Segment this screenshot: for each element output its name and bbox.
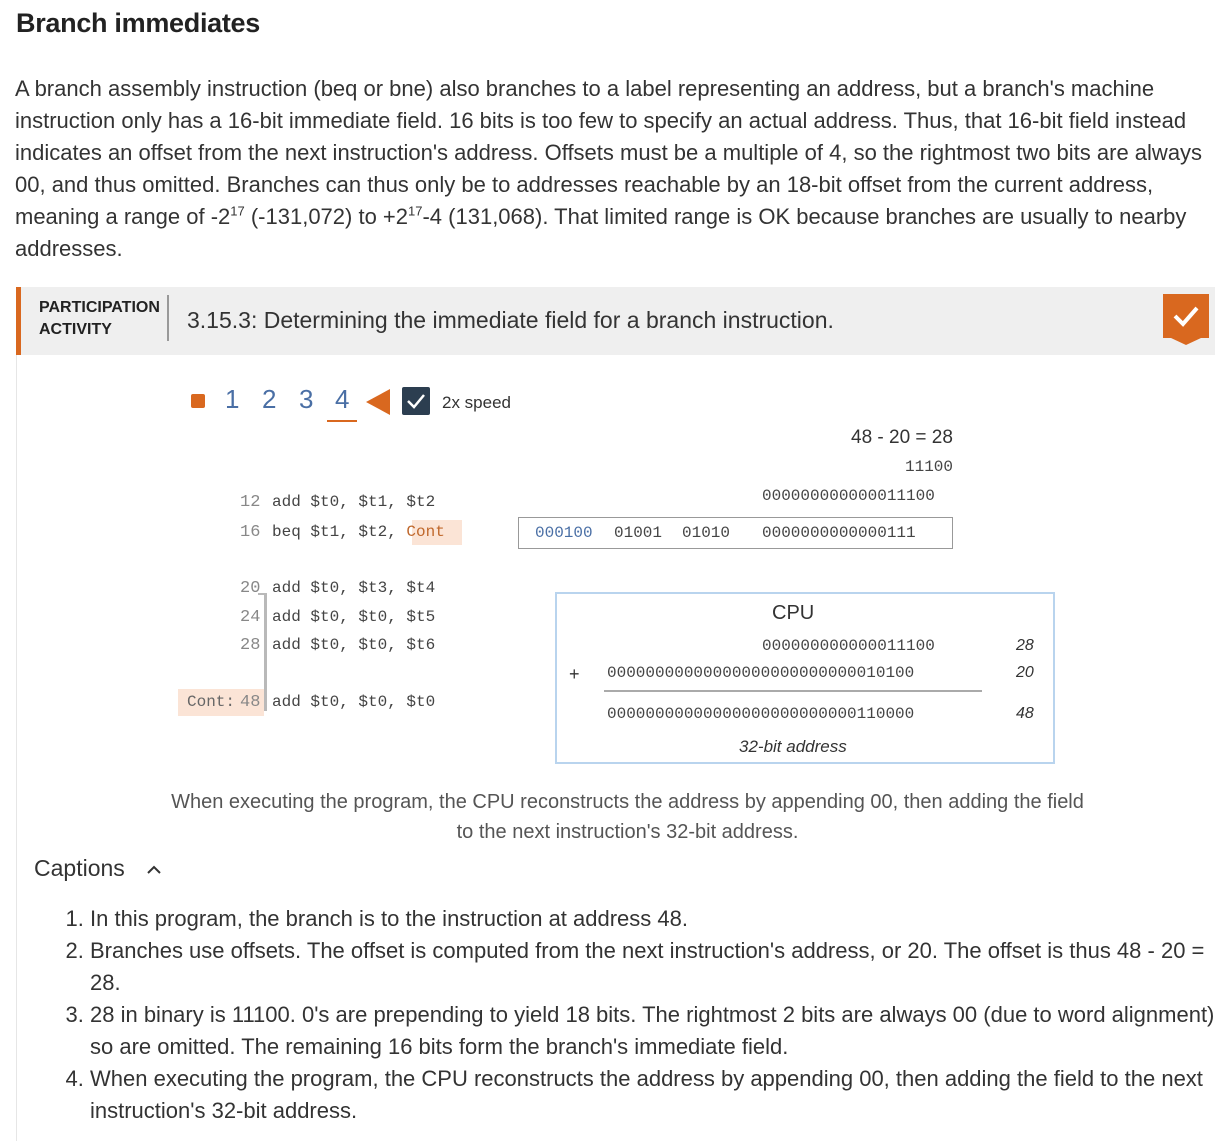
opcode-field: 000100 [535,524,593,542]
captions-toggle-label: Captions [34,855,125,881]
step-3-button[interactable]: 3 [299,384,313,415]
caption-item: Branches use offsets. The offset is comp… [90,935,1219,999]
intro-paragraph: A branch assembly instruction (beq or bn… [15,76,1203,261]
label-ref: Cont [406,523,445,541]
code-address: 16 [240,523,261,542]
rs-field: 01001 [614,524,663,542]
section-title: Branch immediates [16,8,260,38]
cpu-result-decimal: 48 [1016,705,1034,722]
completion-check-icon [1163,294,1209,345]
cpu-row1-binary: 000000000000011100 [762,637,935,655]
offset-binary-18bit: 000000000000011100 [762,487,935,505]
stop-button[interactable] [191,394,205,408]
code-line: add $t0, $t0, $t0 [272,693,436,711]
play-back-icon[interactable] [366,389,390,415]
step-2-button[interactable]: 2 [262,384,276,415]
cpu-title: CPU [772,602,815,624]
plus-sign: + [569,664,580,684]
code-address: 20 [240,579,261,598]
captions-list: In this program, the branch is to the in… [56,903,1219,1127]
code-address: 24 [240,608,261,627]
code-line: add $t0, $t0, $t5 [272,608,436,626]
code-line: add $t0, $t0, $t6 [272,636,436,654]
offset-binary: 11100 [905,458,954,476]
cpu-footer: 32-bit address [739,737,847,756]
cpu-row2-binary: 00000000000000000000000000010100 [607,664,915,682]
chevron-up-icon [147,865,161,874]
step-4-button[interactable]: 4 [335,384,349,415]
code-address: 48 [240,693,261,712]
immediate-field: 0000000000000111 [762,524,916,542]
caption-item: When executing the program, the CPU reco… [90,1063,1219,1127]
code-address: 28 [240,636,261,655]
speed-label: 2x speed [442,393,511,412]
cpu-result-binary: 00000000000000000000000000110000 [607,705,915,723]
code-line: beq $t1, $t2, Cont [272,523,445,541]
branch-span-line [264,593,267,711]
rt-field: 01010 [682,524,731,542]
offset-equation: 48 - 20 = 28 [851,427,953,448]
checkmark-icon [407,394,425,409]
activity-title: 3.15.3: Determining the immediate field … [187,307,834,333]
captions-toggle[interactable]: Captions [34,855,163,882]
code-line: add $t0, $t3, $t4 [272,579,436,597]
code-line: add $t0, $t1, $t2 [272,493,436,511]
current-step-indicator [327,420,357,422]
animation-caption: When executing the program, the CPU reco… [171,791,1084,843]
participation-activity-label: PARTICIPATION ACTIVITY [39,299,160,338]
sum-rule [604,690,982,692]
speed-checkbox[interactable] [402,387,430,415]
code-label: Cont: [187,693,236,711]
header-divider [167,295,169,341]
cpu-row2-decimal: 20 [1016,664,1034,681]
step-1-button[interactable]: 1 [225,384,239,415]
cpu-row1-decimal: 28 [1016,637,1034,654]
code-address: 12 [240,493,261,512]
caption-item: 28 in binary is 11100. 0's are prependin… [90,999,1219,1063]
participation-activity-header: PARTICIPATION ACTIVITY 3.15.3: Determini… [16,287,1215,355]
caption-item: In this program, the branch is to the in… [90,903,1219,935]
